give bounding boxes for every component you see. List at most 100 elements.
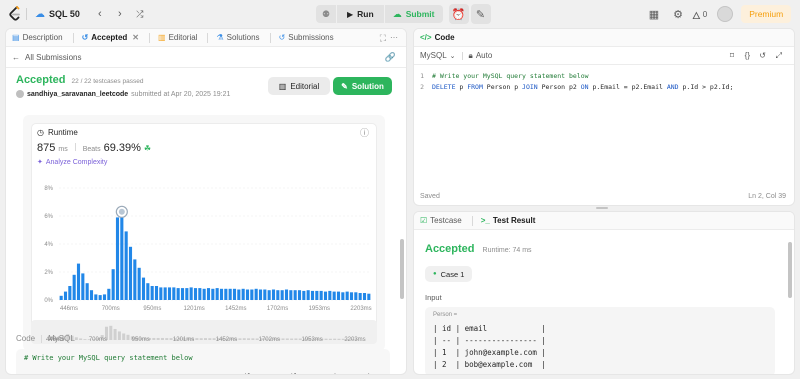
chart-bar[interactable] <box>224 288 228 300</box>
chart-bar[interactable] <box>167 287 172 300</box>
chart-bar[interactable] <box>115 217 120 300</box>
chart-bar[interactable] <box>189 287 193 300</box>
chart-bar[interactable] <box>271 289 276 301</box>
chart-bar[interactable] <box>258 289 263 301</box>
chart-bar[interactable] <box>124 231 128 300</box>
chart-bar[interactable] <box>81 273 85 300</box>
layout-grid-icon[interactable]: ▦ <box>644 4 664 24</box>
chart-bar[interactable] <box>263 289 267 301</box>
chart-bar[interactable] <box>72 274 76 300</box>
chart-bar[interactable] <box>336 291 341 300</box>
chart-bar[interactable] <box>358 293 362 300</box>
tab-editorial[interactable]: ▥ Editorial <box>158 33 197 42</box>
reset-icon[interactable]: ↺ <box>759 51 766 60</box>
chart-bar[interactable] <box>245 289 250 301</box>
chart-bar[interactable] <box>185 288 189 300</box>
problem-list-title[interactable]: SQL 50 <box>49 9 80 19</box>
chart-bar[interactable] <box>59 295 63 300</box>
range-slider-track[interactable] <box>31 320 377 344</box>
chart-bar[interactable] <box>176 288 180 300</box>
bookmark-icon[interactable]: ⌑ <box>730 51 734 60</box>
language-select[interactable]: MySQL ⌄ <box>420 51 456 60</box>
format-icon[interactable]: {} <box>745 51 750 60</box>
chart-bar[interactable] <box>215 288 219 300</box>
chart-bar[interactable] <box>107 288 111 300</box>
chart-bar[interactable] <box>341 292 345 300</box>
avatar[interactable] <box>717 6 734 22</box>
tab-accepted[interactable]: ↺ Accepted ✕ <box>82 33 139 42</box>
chart-bar[interactable] <box>232 288 237 300</box>
chart-bar[interactable] <box>228 288 232 300</box>
chart-bar[interactable] <box>89 290 94 300</box>
chart-bar[interactable] <box>63 291 68 300</box>
expand-icon[interactable]: ⛶ <box>380 33 386 44</box>
scrollbar[interactable] <box>400 239 404 299</box>
auto-mode[interactable]: 🔒︎ Auto <box>469 51 493 61</box>
chart-bar[interactable] <box>297 290 302 300</box>
chart-bar[interactable] <box>102 294 107 300</box>
submit-button[interactable]: ☁ Submit <box>384 5 443 23</box>
scrollbar[interactable] <box>788 242 792 298</box>
chart-bar[interactable] <box>150 286 154 300</box>
chart-bar[interactable] <box>98 295 102 300</box>
prev-problem-icon[interactable]: ‹ <box>90 4 110 24</box>
chart-bar[interactable] <box>198 288 202 300</box>
tab-testcase[interactable]: ☑ Testcase <box>420 216 462 225</box>
chart-bar[interactable] <box>68 286 72 300</box>
chart-bar[interactable] <box>180 288 185 300</box>
chart-bar[interactable] <box>76 263 81 300</box>
chart-bar[interactable] <box>367 293 371 300</box>
next-problem-icon[interactable]: › <box>110 4 130 24</box>
editorial-button[interactable]: ▥ Editorial <box>268 77 330 95</box>
chart-bar[interactable] <box>254 288 258 300</box>
chart-bar[interactable] <box>111 269 115 300</box>
chart-bar[interactable] <box>163 287 167 300</box>
chart-bar[interactable] <box>349 292 354 300</box>
chart-bar[interactable] <box>306 290 310 300</box>
chart-bar[interactable] <box>211 288 215 300</box>
chart-bar[interactable] <box>302 290 306 300</box>
runtime-range-slider[interactable]: 446ms 700ms 950ms 1201ms 1452ms 1702ms 1953ms 2… <box>31 320 377 346</box>
chart-bar[interactable] <box>323 291 328 300</box>
fullscreen-icon[interactable]: ⤢ <box>776 51 782 61</box>
chart-bar[interactable] <box>120 211 124 300</box>
chart-bar[interactable] <box>319 290 323 300</box>
link-icon[interactable]: 🔗 <box>385 52 396 63</box>
shuffle-icon[interactable]: ⤮ <box>130 4 150 24</box>
chart-bar[interactable] <box>250 289 254 301</box>
info-icon[interactable]: ⓘ <box>360 126 369 139</box>
timer-icon[interactable]: ⏰ <box>448 4 469 24</box>
chart-bar[interactable] <box>315 290 319 300</box>
chart-bar[interactable] <box>219 288 224 300</box>
tab-code[interactable]: </> Code <box>420 33 455 42</box>
debug-icon[interactable]: ⚉ <box>316 5 336 23</box>
settings-gear-icon[interactable]: ⚙ <box>668 4 688 24</box>
chart-bar[interactable] <box>159 287 163 300</box>
tab-solutions[interactable]: ⚗ Solutions <box>216 33 259 42</box>
chart-bar[interactable] <box>128 246 133 300</box>
notes-icon[interactable]: ✎ <box>470 4 491 24</box>
chart-bar[interactable] <box>284 289 289 301</box>
chart-bar[interactable] <box>141 277 146 300</box>
premium-button[interactable]: Premium <box>741 5 792 23</box>
more-icon[interactable]: ⋯ <box>390 33 398 42</box>
chart-bar[interactable] <box>193 288 198 300</box>
analyze-complexity-link[interactable]: ✦ Analyze Complexity <box>37 158 107 167</box>
runtime-distribution-chart[interactable]: 8% 6% 4% 2% 0% 446ms 700ms 950ms 1201ms 1452ms 170… <box>31 180 377 320</box>
panel-resize-handle[interactable] <box>596 207 608 209</box>
chart-bar[interactable] <box>328 290 332 300</box>
chart-bar[interactable] <box>310 290 315 300</box>
run-button[interactable]: ▶ Run <box>337 5 384 23</box>
chart-bar[interactable] <box>85 283 89 300</box>
chart-bar[interactable] <box>237 289 241 301</box>
chart-bar[interactable] <box>172 287 176 300</box>
code-editor[interactable]: 1 # Write your MySQL query statement belo… <box>414 71 794 95</box>
solution-button[interactable]: ✎ Solution <box>333 77 392 95</box>
chart-bar[interactable] <box>146 283 150 300</box>
close-icon[interactable]: ✕ <box>132 33 139 42</box>
chart-bar[interactable] <box>280 290 284 300</box>
chart-bar[interactable] <box>206 288 211 300</box>
chart-bar[interactable] <box>202 288 206 300</box>
chart-bar[interactable] <box>354 292 358 300</box>
chart-bar[interactable] <box>332 291 336 300</box>
